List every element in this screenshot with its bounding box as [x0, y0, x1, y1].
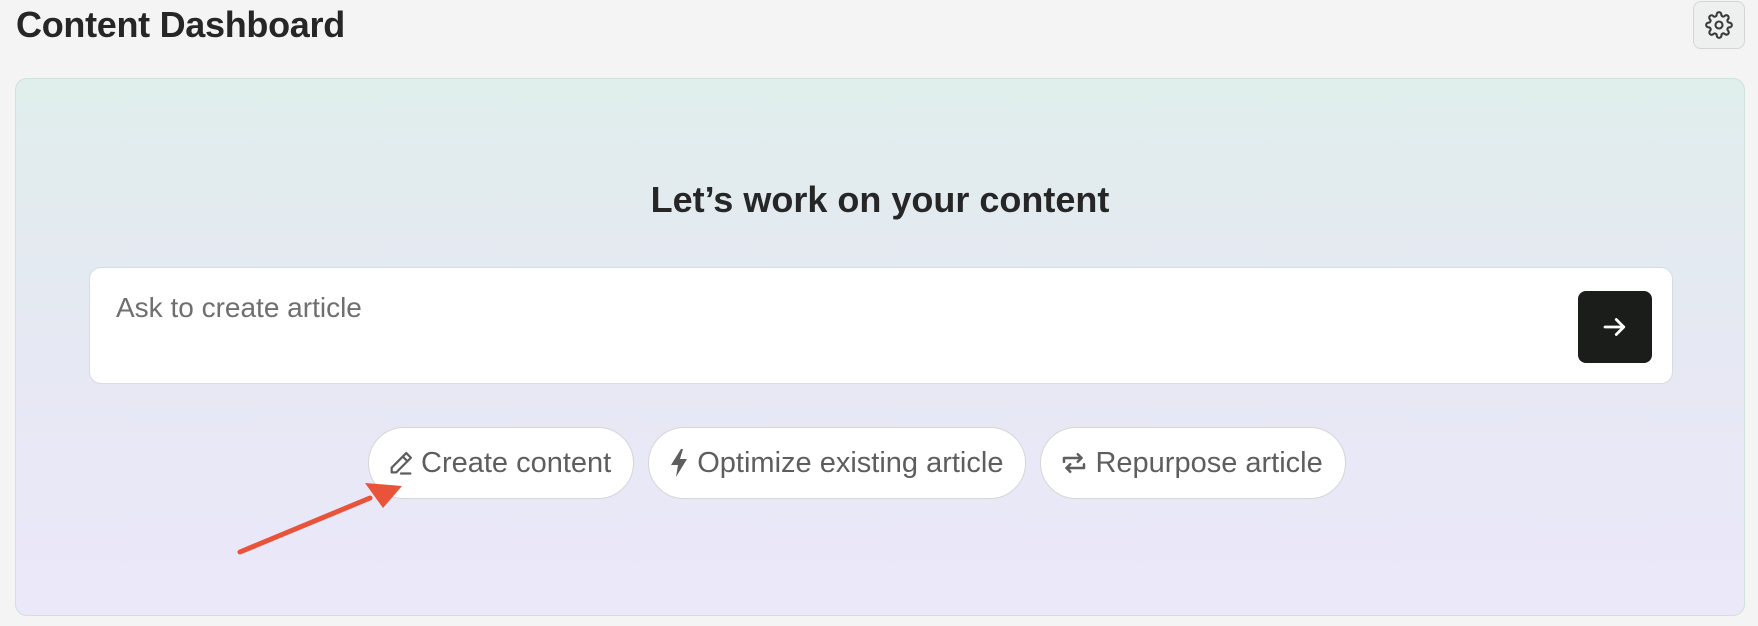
- page-title: Content Dashboard: [16, 4, 345, 45]
- hero-card: Let’s work on your content Create conten…: [15, 78, 1745, 616]
- create-content-label: Create content: [421, 446, 612, 479]
- create-content-button[interactable]: Create content: [368, 427, 635, 499]
- optimize-article-button[interactable]: Optimize existing article: [648, 427, 1027, 499]
- repeat-icon: [1059, 448, 1089, 478]
- repurpose-article-label: Repurpose article: [1095, 446, 1323, 479]
- hero-heading: Let’s work on your content: [650, 179, 1110, 220]
- submit-button[interactable]: [1578, 291, 1652, 363]
- prompt-input[interactable]: [116, 288, 1536, 328]
- lightning-bolt-icon: [667, 448, 691, 478]
- optimize-article-label: Optimize existing article: [697, 446, 1004, 479]
- gear-icon: [1705, 11, 1733, 39]
- pencil-icon: [387, 449, 415, 477]
- repurpose-article-button[interactable]: Repurpose article: [1040, 427, 1346, 499]
- settings-button[interactable]: [1693, 1, 1745, 49]
- prompt-box: [89, 267, 1673, 384]
- action-chips: Create content Optimize existing article…: [368, 427, 1346, 499]
- arrow-right-icon: [1600, 312, 1630, 342]
